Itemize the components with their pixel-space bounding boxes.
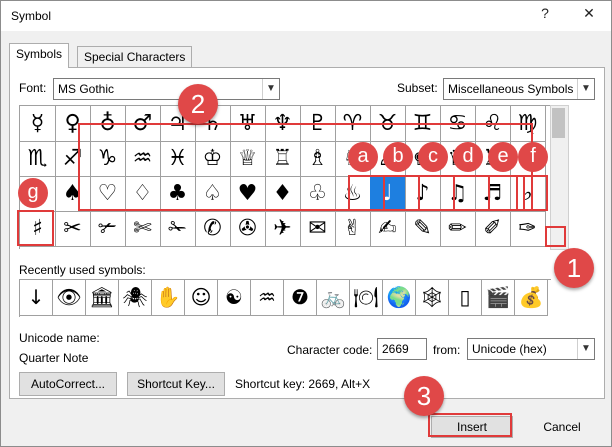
symbol-dialog: Symbol ? ✕ Symbols Special Characters Fo… (0, 0, 612, 447)
symbol-cell[interactable]: ✈ (265, 211, 301, 247)
symbol-cell[interactable]: ☿ (20, 106, 56, 142)
recent-symbol-cell[interactable]: ↓ (20, 280, 53, 316)
recent-symbol-cell[interactable]: 👁 (53, 280, 86, 316)
badge-g: g (18, 178, 48, 208)
recent-symbol-cell[interactable]: 💰 (515, 280, 548, 316)
autocorrect-label: AutoCorrect... (30, 377, 106, 391)
symbol-cell[interactable]: ✑ (510, 211, 546, 247)
chevron-down-icon[interactable]: ▼ (577, 79, 594, 99)
annotation-box-f (516, 175, 548, 211)
annotation-box-insert (428, 413, 512, 437)
help-button[interactable]: ? (535, 5, 555, 21)
symbol-cell[interactable]: ✁ (160, 211, 196, 247)
badge-b: b (383, 142, 413, 172)
symbol-cell[interactable]: ✇ (230, 211, 266, 247)
symbol-cell[interactable]: ✉ (300, 211, 336, 247)
symbol-cell[interactable]: ✄ (125, 211, 161, 247)
unicode-name-value: Quarter Note (19, 351, 89, 365)
symbol-cell[interactable]: ♏ (20, 141, 56, 177)
close-button[interactable]: ✕ (579, 5, 599, 22)
recent-symbol-cell[interactable]: ☺ (185, 280, 218, 316)
annotation-box-a (348, 175, 385, 211)
recent-symbol-cell[interactable]: 🌍 (383, 280, 416, 316)
annotation-box-c (418, 175, 455, 211)
symbol-cell[interactable]: ✐ (475, 211, 511, 247)
recent-symbol-cell[interactable]: 🍽 (350, 280, 383, 316)
annotation-box-d (453, 175, 490, 211)
character-code-input[interactable]: 2669 (377, 338, 427, 360)
font-value: MS Gothic (58, 82, 115, 96)
badge-1: 1 (554, 248, 594, 288)
cancel-button[interactable]: Cancel (521, 416, 603, 438)
recent-symbol-cell[interactable]: ✋ (152, 280, 185, 316)
recent-symbol-cell[interactable]: ♒ (251, 280, 284, 316)
tab-symbols-label: Symbols (16, 47, 63, 61)
subset-dropdown[interactable]: Miscellaneous Symbols ▼ (443, 78, 595, 100)
tab-special-label: Special Characters (84, 50, 186, 64)
annotation-box-scroll (545, 226, 566, 247)
symbol-cell[interactable]: ✍ (370, 211, 406, 247)
tab-special-characters[interactable]: Special Characters (77, 46, 193, 67)
shortcut-key-button[interactable]: Shortcut Key... (127, 372, 225, 396)
shortcut-key-text: Shortcut key: 2669, Alt+X (235, 377, 371, 391)
font-label: Font: (19, 81, 47, 95)
symbol-cell[interactable]: ✆ (195, 211, 231, 247)
autocorrect-button[interactable]: AutoCorrect... (19, 372, 117, 396)
from-label: from: (433, 343, 461, 357)
character-code-value: 2669 (382, 342, 409, 356)
character-code-label: Character code: (287, 343, 373, 357)
symbol-cell[interactable]: ✂ (55, 211, 91, 247)
subset-label: Subset: (397, 81, 438, 95)
badge-3: 3 (404, 376, 444, 416)
chevron-down-icon[interactable]: ▼ (577, 339, 594, 359)
recent-symbols[interactable]: ↓ 👁 🏛 🕷 ✋ ☺ ☯ ♒ ❼ 🚲 🍽 🌍 🕸 ▯ 🎬 💰 (19, 279, 551, 317)
annotation-box-g (17, 210, 54, 246)
recent-symbol-cell[interactable]: 🕷 (119, 280, 152, 316)
from-dropdown[interactable]: Unicode (hex) ▼ (467, 338, 595, 360)
symbol-cell[interactable]: ✎ (405, 211, 441, 247)
unicode-name-label: Unicode name: (19, 331, 100, 345)
badge-2: 2 (178, 84, 218, 124)
badge-f: f (518, 142, 548, 172)
badge-c: c (418, 142, 448, 172)
symbol-cell[interactable]: ✌ (335, 211, 371, 247)
from-value: Unicode (hex) (472, 342, 547, 356)
symbol-cell[interactable]: ✃ (90, 211, 126, 247)
scrollbar-thumb[interactable] (552, 108, 565, 138)
badge-e: e (488, 142, 518, 172)
recent-symbol-cell[interactable]: 🕸 (416, 280, 449, 316)
badge-d: d (453, 142, 483, 172)
recent-symbol-cell[interactable]: 🎬 (482, 280, 515, 316)
title-bar: Symbol ? ✕ (1, 1, 611, 31)
subset-value: Miscellaneous Symbols (448, 82, 574, 96)
shortcut-key-label: Shortcut Key... (137, 377, 215, 391)
cancel-label: Cancel (543, 420, 581, 434)
annotation-box-b (383, 175, 420, 211)
chevron-down-icon[interactable]: ▼ (262, 79, 279, 99)
recent-symbol-cell[interactable]: ☯ (218, 280, 251, 316)
recent-label: Recently used symbols: (19, 263, 146, 277)
window-title: Symbol (11, 9, 52, 23)
recent-symbol-cell[interactable]: ▯ (449, 280, 482, 316)
recent-symbol-cell[interactable]: 🏛 (86, 280, 119, 316)
symbol-cell[interactable]: ✏ (440, 211, 476, 247)
tab-symbols[interactable]: Symbols (9, 43, 70, 68)
font-dropdown[interactable]: MS Gothic ▼ (53, 78, 280, 100)
recent-symbol-cell[interactable]: ❼ (284, 280, 317, 316)
badge-a: a (348, 142, 378, 172)
recent-symbol-cell[interactable]: 🚲 (317, 280, 350, 316)
